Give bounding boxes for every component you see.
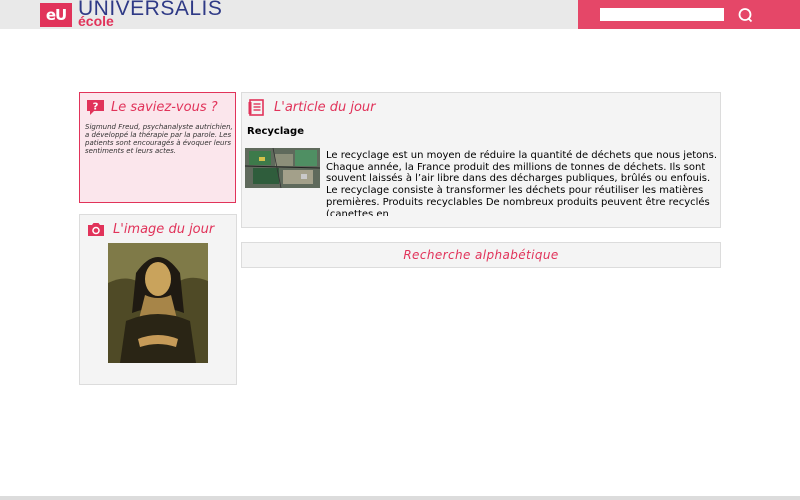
did-you-know-title[interactable]: Le saviez-vous ? <box>111 100 218 115</box>
alphabetical-search-label[interactable]: Recherche alphabétique <box>242 248 720 262</box>
document-icon <box>248 99 264 116</box>
brand-subtitle[interactable]: école <box>78 13 114 29</box>
logo-mark[interactable]: eU <box>40 3 72 27</box>
article-of-the-day-title[interactable]: L'article du jour <box>274 100 376 115</box>
question-mark-icon: ? <box>87 100 104 115</box>
mona-lisa-image[interactable] <box>108 243 208 363</box>
did-you-know-text: Sigmund Freud, psychanalyste autrichien,… <box>85 123 233 155</box>
alphabetical-search-bar[interactable]: Recherche alphabétique <box>241 242 721 268</box>
recycling-thumbnail-image[interactable] <box>245 148 320 188</box>
search-icon[interactable] <box>737 7 753 23</box>
image-of-the-day-title[interactable]: L'image du jour <box>113 222 214 237</box>
did-you-know-panel: ? Le saviez-vous ? Sigmund Freud, psycha… <box>79 92 236 203</box>
article-of-the-day-panel: L'article du jour Recyclage Le recyclage… <box>241 92 721 228</box>
search-input[interactable] <box>600 8 724 21</box>
bottom-divider <box>0 496 800 500</box>
camera-icon <box>88 223 104 236</box>
image-of-the-day-panel: L'image du jour <box>79 214 237 385</box>
article-body-text: Le recyclage est un moyen de réduire la … <box>326 150 718 216</box>
svg-text:?: ? <box>93 102 99 113</box>
article-headline[interactable]: Recyclage <box>247 126 304 137</box>
